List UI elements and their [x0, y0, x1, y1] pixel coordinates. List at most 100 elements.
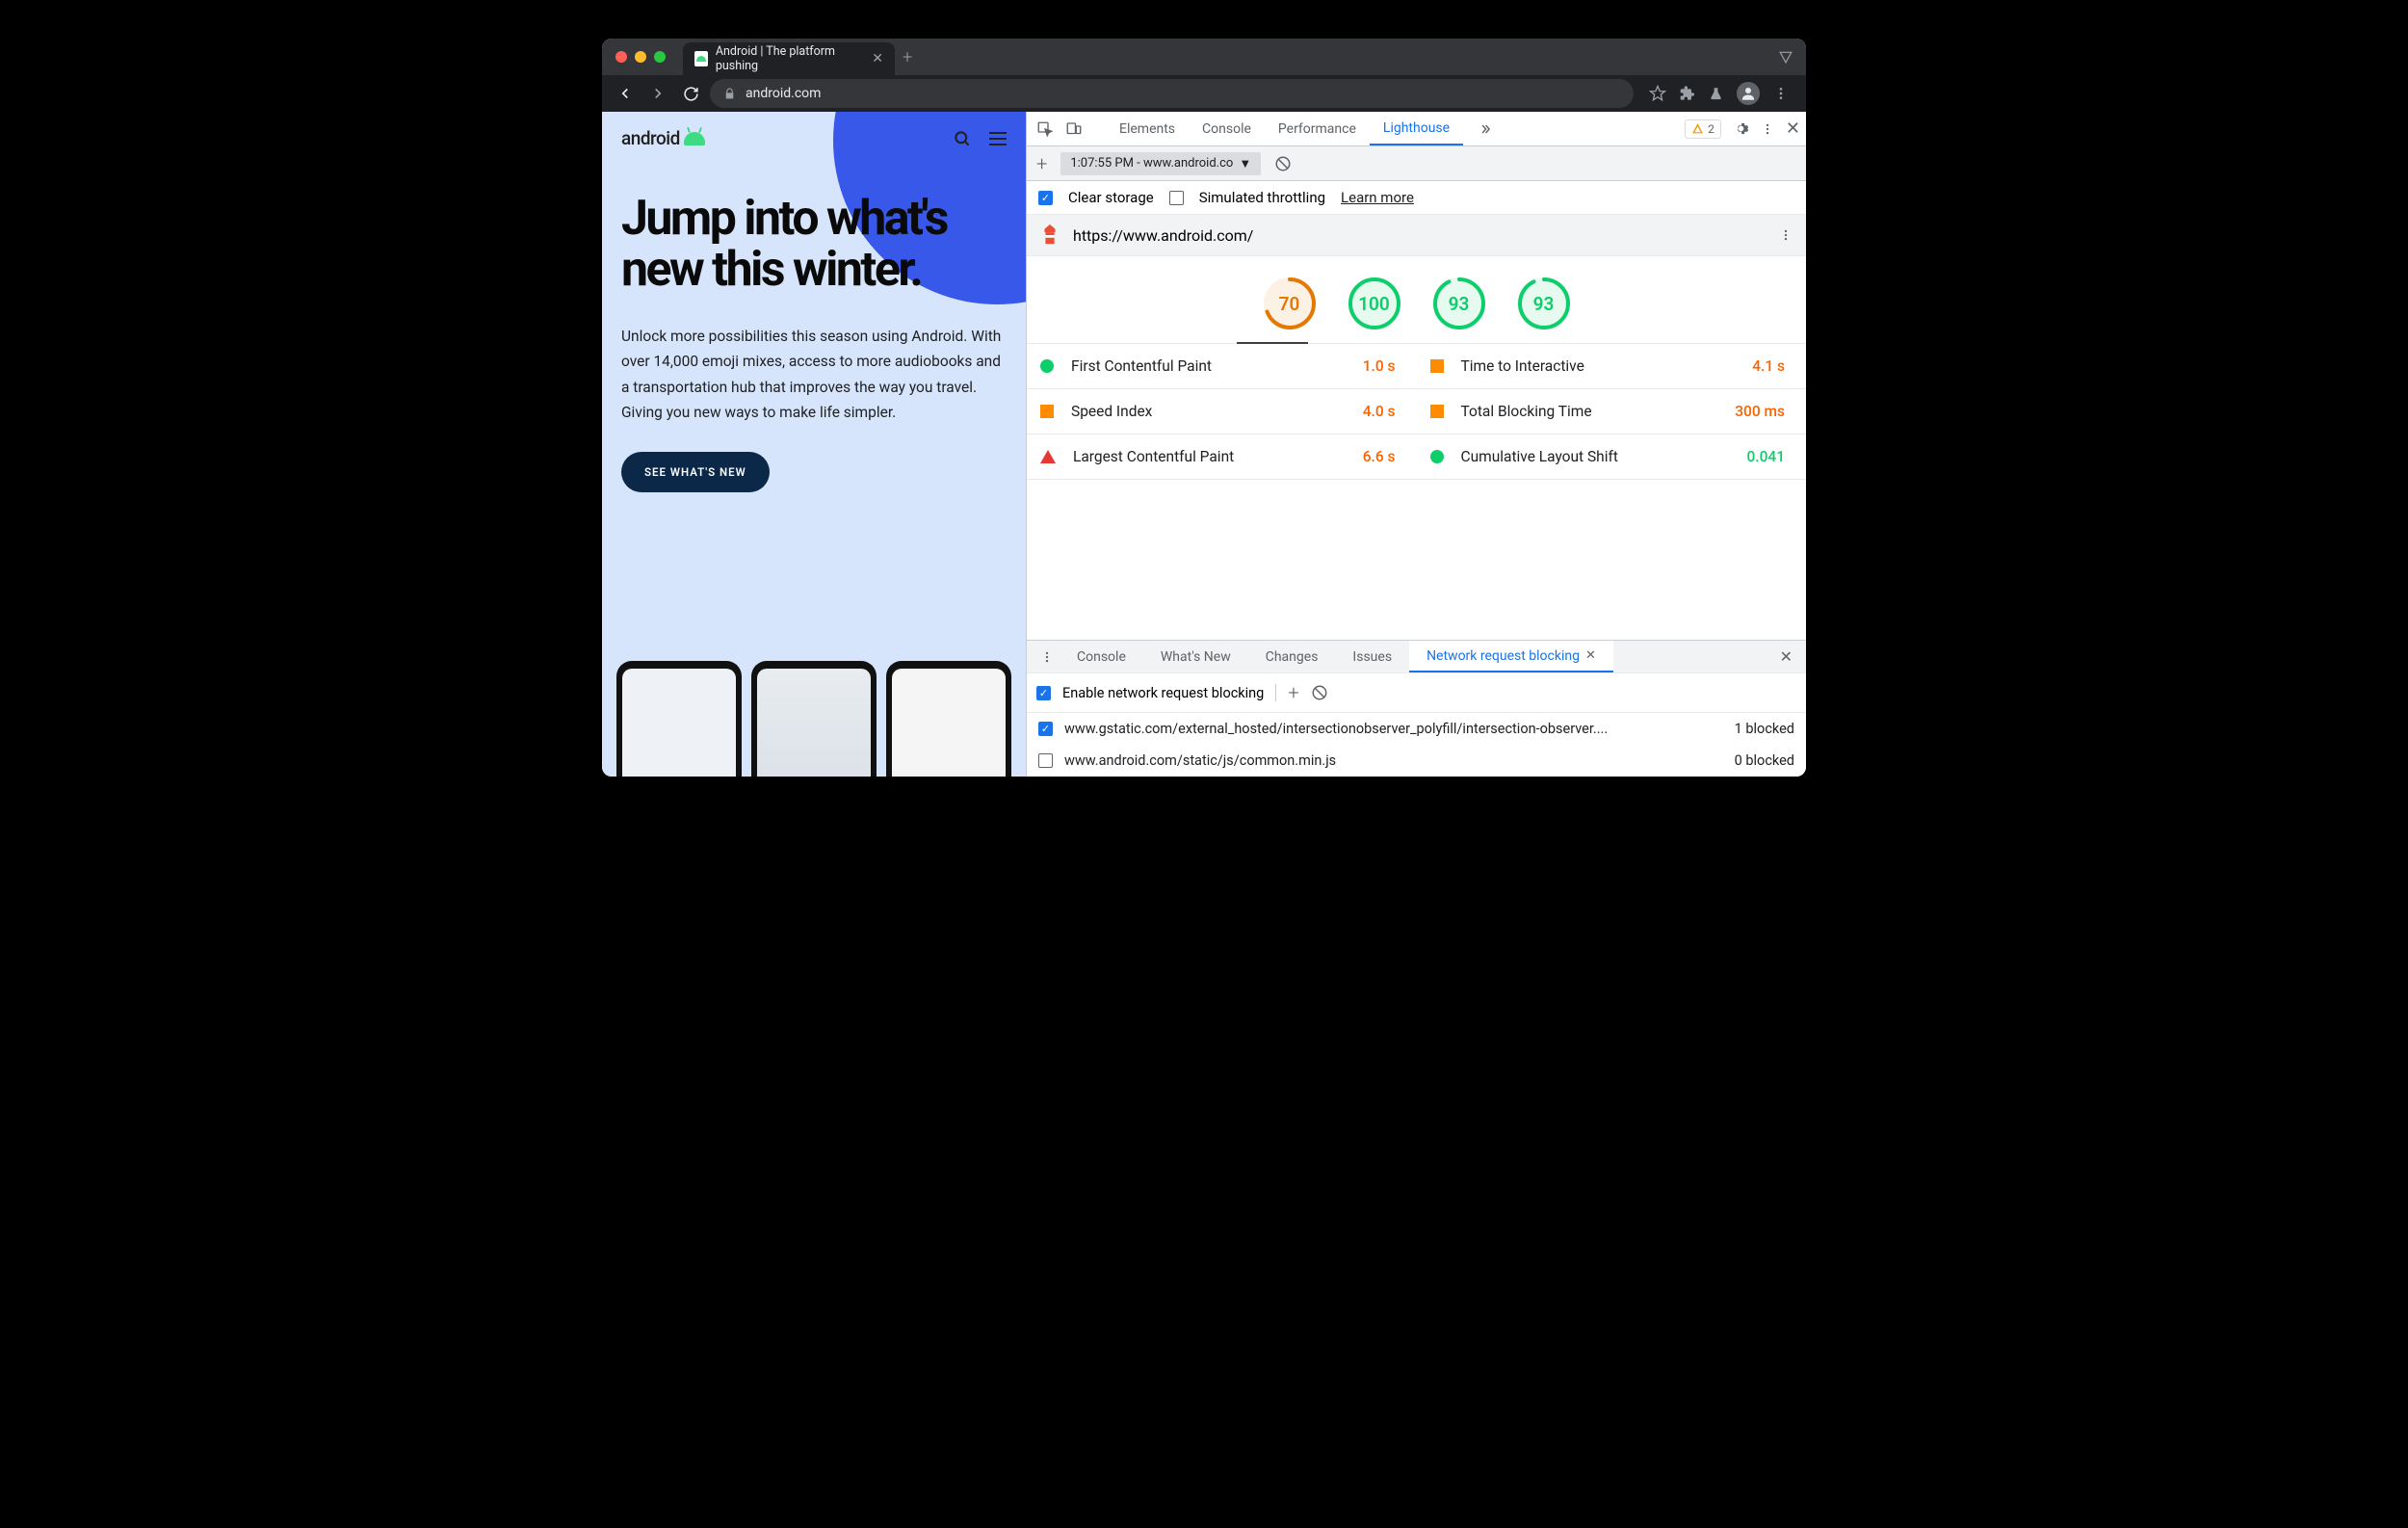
metric-row[interactable]: Total Blocking Time 300 ms [1417, 389, 1807, 435]
hero-description: Unlock more possibilities this season us… [621, 324, 1007, 425]
lighthouse-score-gauge[interactable]: 100 [1348, 277, 1400, 329]
pattern-url: www.android.com/static/js/common.min.js [1064, 752, 1723, 769]
report-menu-icon[interactable] [1779, 228, 1793, 242]
new-tab-button[interactable]: + [903, 47, 912, 67]
clear-patterns-icon[interactable] [1311, 684, 1328, 701]
phone-mockup [616, 661, 742, 777]
drawer-tab-whatsnew[interactable]: What's New [1143, 641, 1248, 672]
tab-close-button[interactable]: ✕ [872, 51, 883, 66]
report-url: https://www.android.com/ [1073, 226, 1253, 245]
block-icon[interactable] [1274, 155, 1292, 172]
phone-mockup [886, 661, 1011, 777]
metrics-grid: First Contentful Paint 1.0 s Speed Index… [1027, 344, 1806, 480]
report-selector[interactable]: 1:07:55 PM - www.android.co ▼ [1060, 152, 1261, 175]
simulated-throttling-label: Simulated throttling [1199, 189, 1325, 206]
pattern-checkbox[interactable]: ✓ [1038, 722, 1053, 736]
pattern-count: 0 blocked [1735, 752, 1794, 769]
metric-status-icon [1430, 405, 1444, 418]
report-selector-label: 1:07:55 PM - www.android.co [1070, 156, 1233, 171]
add-pattern-icon[interactable]: + [1288, 681, 1298, 704]
hamburger-menu-icon[interactable] [989, 132, 1007, 145]
metric-row[interactable]: Cumulative Layout Shift 0.041 [1417, 435, 1807, 480]
clear-storage-label: Clear storage [1068, 189, 1154, 206]
drawer-tabs: Console What's New Changes Issues Networ… [1027, 641, 1806, 673]
titlebar-menu-icon[interactable] [1779, 50, 1793, 64]
drawer-close-icon[interactable]: ✕ [1774, 647, 1798, 666]
rendered-page: android Jump into what's new this winter… [602, 112, 1026, 777]
metric-row[interactable]: Largest Contentful Paint 6.6 s [1027, 435, 1417, 480]
tab-elements[interactable]: Elements [1106, 112, 1189, 145]
cta-button[interactable]: SEE WHAT'S NEW [621, 452, 770, 492]
metric-value: 0.041 [1746, 448, 1785, 465]
drawer-tab-close-icon[interactable]: ✕ [1585, 648, 1596, 663]
nav-forward-button[interactable] [644, 80, 671, 107]
devtools-drawer: Console What's New Changes Issues Networ… [1027, 640, 1806, 777]
simulated-throttling-checkbox[interactable] [1169, 191, 1184, 205]
profile-avatar-button[interactable] [1737, 82, 1760, 105]
metric-row[interactable]: Time to Interactive 4.1 s [1417, 344, 1807, 389]
titlebar: Android | The platform pushing ✕ + [602, 39, 1806, 75]
lighthouse-icon [1040, 224, 1060, 246]
metric-row[interactable]: Speed Index 4.0 s [1027, 389, 1417, 435]
nav-reload-button[interactable] [677, 80, 704, 107]
metric-name: Largest Contentful Paint [1073, 448, 1363, 465]
block-pattern-row[interactable]: ✓ www.gstatic.com/external_hosted/inters… [1027, 713, 1806, 745]
drawer-tab-changes[interactable]: Changes [1248, 641, 1336, 672]
drawer-tab-label: Network request blocking [1426, 648, 1580, 664]
metric-name: Speed Index [1071, 403, 1363, 420]
address-bar: android.com [602, 75, 1806, 112]
window-close-button[interactable] [615, 51, 627, 63]
lighthouse-score-gauge[interactable]: 93 [1433, 277, 1485, 329]
android-wordmark: android [621, 127, 680, 149]
lighthouse-score-gauge[interactable]: 93 [1518, 277, 1570, 329]
enable-blocking-label: Enable network request blocking [1062, 685, 1264, 701]
metric-name: First Contentful Paint [1071, 357, 1363, 375]
url-bar[interactable]: android.com [710, 79, 1634, 108]
inspect-element-icon[interactable] [1033, 117, 1058, 142]
pattern-checkbox[interactable] [1038, 753, 1053, 768]
learn-more-link[interactable]: Learn more [1341, 189, 1414, 206]
phone-mockups [602, 661, 1026, 777]
window-maximize-button[interactable] [654, 51, 666, 63]
extensions-icon[interactable] [1680, 86, 1695, 101]
enable-blocking-checkbox[interactable]: ✓ [1036, 686, 1051, 700]
metric-status-icon [1040, 359, 1054, 373]
drawer-menu-icon[interactable] [1034, 650, 1060, 664]
more-tabs-icon[interactable] [1473, 117, 1498, 142]
metric-value: 1.0 s [1363, 357, 1396, 375]
scores-section: 70 100 93 93 [1027, 256, 1806, 344]
content-area: android Jump into what's new this winter… [602, 112, 1806, 777]
drawer-tab-console[interactable]: Console [1060, 641, 1143, 672]
devtools-close-icon[interactable]: ✕ [1786, 119, 1800, 139]
browser-menu-icon[interactable] [1773, 86, 1789, 101]
clear-storage-checkbox[interactable]: ✓ [1038, 191, 1053, 205]
window-minimize-button[interactable] [635, 51, 646, 63]
lighthouse-toolbar: + 1:07:55 PM - www.android.co ▼ [1027, 146, 1806, 181]
device-toggle-icon[interactable] [1061, 117, 1086, 142]
labs-icon[interactable] [1709, 87, 1723, 101]
nav-back-button[interactable] [612, 80, 639, 107]
separator [1275, 684, 1276, 701]
settings-gear-icon[interactable] [1733, 120, 1749, 137]
warnings-badge[interactable]: 2 [1685, 119, 1721, 139]
browser-tab[interactable]: Android | The platform pushing ✕ [683, 42, 895, 75]
metric-row[interactable]: First Contentful Paint 1.0 s [1027, 344, 1417, 389]
new-report-icon[interactable]: + [1036, 152, 1047, 175]
devtools-menu-icon[interactable] [1761, 122, 1774, 136]
metric-name: Total Blocking Time [1461, 403, 1736, 420]
tab-performance[interactable]: Performance [1265, 112, 1370, 145]
phone-mockup [751, 661, 877, 777]
lighthouse-score-gauge[interactable]: 70 [1264, 277, 1316, 329]
devtools-panel: Elements Console Performance Lighthouse … [1026, 112, 1806, 777]
drawer-tab-network-blocking[interactable]: Network request blocking ✕ [1409, 641, 1613, 672]
drawer-tab-issues[interactable]: Issues [1335, 641, 1409, 672]
metric-status-icon [1040, 450, 1056, 463]
tab-console[interactable]: Console [1189, 112, 1265, 145]
tab-lighthouse[interactable]: Lighthouse [1370, 112, 1463, 145]
report-url-row: https://www.android.com/ [1027, 215, 1806, 256]
search-icon[interactable] [953, 129, 972, 148]
android-logo[interactable]: android [621, 127, 705, 149]
bookmark-star-icon[interactable] [1649, 85, 1666, 102]
metric-value: 300 ms [1735, 403, 1785, 420]
block-pattern-row[interactable]: www.android.com/static/js/common.min.js … [1027, 745, 1806, 777]
